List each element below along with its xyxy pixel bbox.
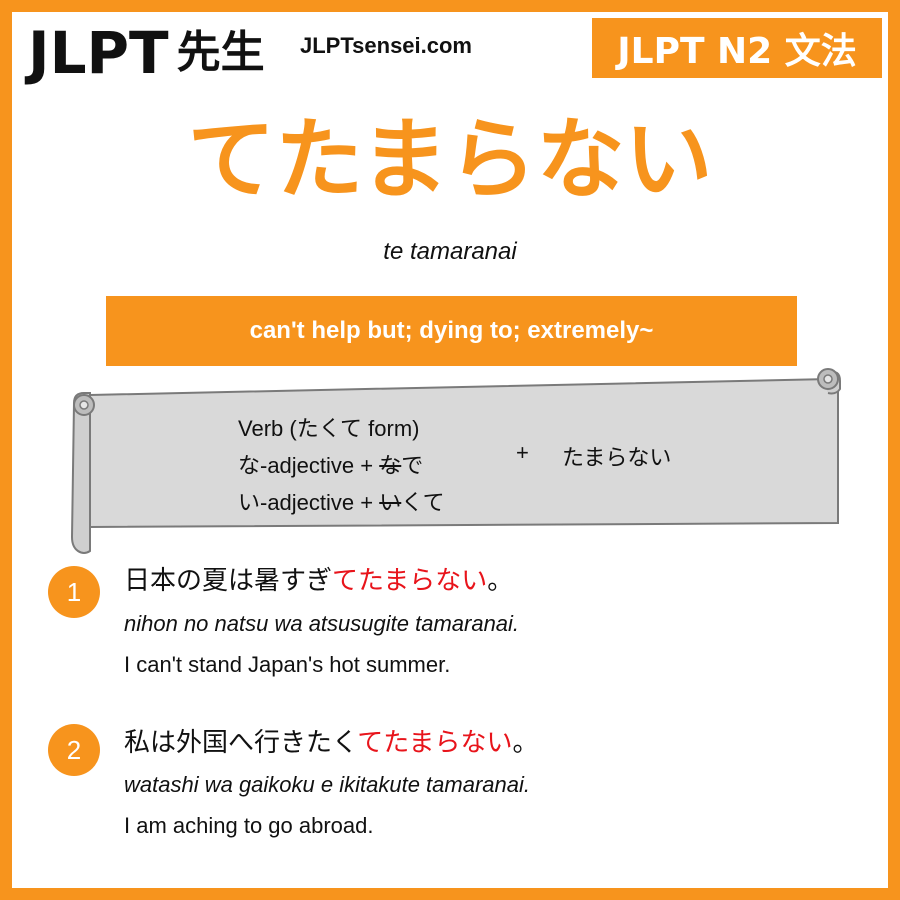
pattern-suffix: で — [401, 453, 424, 478]
pattern-line-i-adjective: い-adjective + いくて — [238, 484, 445, 521]
grammar-romaji: te tamaranai — [383, 238, 517, 265]
example-jp-before: 私は外国へ行きたく — [124, 728, 358, 758]
pattern-result: たまらない — [562, 446, 672, 471]
meaning-text: can't help but; dying to; extremely~ — [249, 317, 654, 344]
pattern-line-verb: Verb (たくて form) — [238, 410, 445, 447]
pattern-plus: + — [516, 440, 529, 465]
example-romaji: nihon no natsu wa atsusugite tamaranai. — [124, 611, 520, 636]
example-jp-before: 日本の夏は暑すぎ — [124, 566, 333, 596]
scroll-banner-icon — [70, 368, 841, 554]
meaning-bar: can't help but; dying to; extremely~ — [106, 296, 797, 366]
pattern-suffix: くて — [401, 490, 445, 515]
level-badge: JLPT N2 文法 — [592, 18, 882, 78]
pattern-prefix: Verb (たくて form) — [238, 416, 420, 441]
example-jp-after: 。 — [512, 728, 539, 758]
grammar-title: てたまらない — [187, 108, 713, 211]
example-number-badge: 2 — [48, 724, 100, 776]
pattern-struck: な — [379, 453, 402, 478]
example-english: I am aching to go abroad. — [124, 813, 374, 838]
site-url[interactable]: JLPTsensei.com — [300, 33, 472, 59]
logo-latin: JLPT — [28, 19, 169, 87]
example-jp-highlight: てたまらない — [357, 728, 513, 758]
conjugation-pattern: Verb (たくて form) な-adjective + なで い-adjec… — [238, 410, 445, 521]
pattern-struck: い — [379, 490, 402, 515]
example-romaji: watashi wa gaikoku e ikitakute tamaranai… — [124, 772, 530, 797]
pattern-prefix: な-adjective + — [238, 453, 380, 478]
example-japanese: 日本の夏は暑すぎてたまらない。 — [124, 560, 513, 597]
example-english: I can't stand Japan's hot summer. — [124, 652, 451, 677]
example-jp-highlight: てたまらない — [332, 566, 488, 596]
pattern-line-na-adjective: な-adjective + なで — [238, 447, 445, 484]
example-japanese: 私は外国へ行きたくてたまらない。 — [124, 722, 538, 759]
pattern-prefix: い-adjective + — [238, 490, 380, 515]
logo-kanji: 先生 — [176, 27, 265, 78]
example-number-badge: 1 — [48, 566, 100, 618]
jlptsensei-logo: JLPT 先生 — [28, 18, 265, 88]
example-jp-after: 。 — [487, 566, 514, 596]
